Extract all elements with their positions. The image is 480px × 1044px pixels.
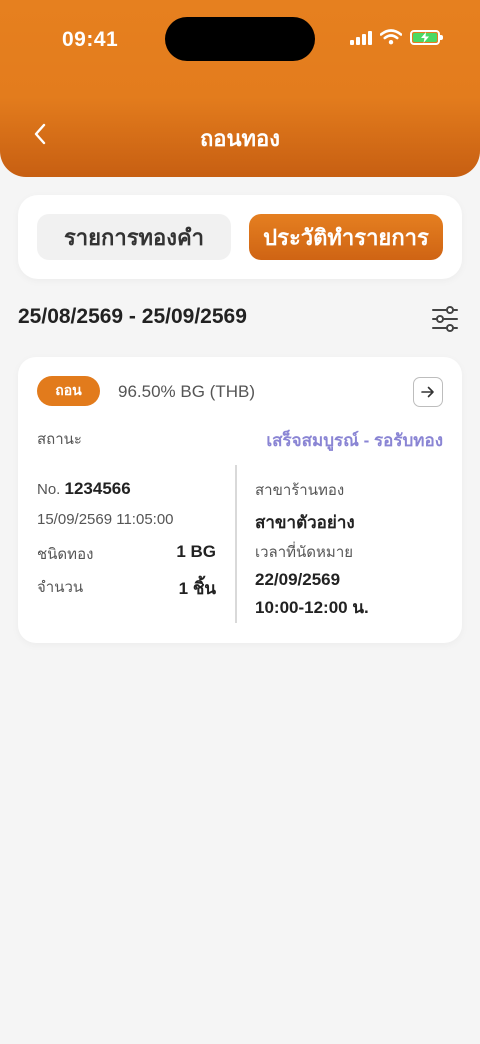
status-value: เสร็จสมบูรณ์ - รอรับทอง: [266, 431, 443, 450]
date-range[interactable]: 25/08/2569 - 25/09/2569: [18, 305, 247, 329]
appointment-time: 10:00-12:00 น.: [255, 598, 369, 617]
tab-transaction-history[interactable]: ประวัติทำรายการ: [249, 214, 443, 260]
order-card[interactable]: ถอน 96.50% BG (THB) สถานะ เสร็จสมบูรณ์ -…: [18, 357, 462, 643]
tabs-card: รายการทองคำ ประวัติทำรายการ: [18, 195, 462, 279]
tab-gold-list[interactable]: รายการทองคำ: [37, 214, 231, 260]
appointment-label: เวลาที่นัดหมาย: [255, 544, 354, 561]
open-detail-button[interactable]: [413, 377, 443, 407]
battery-charging-icon: [410, 29, 443, 45]
appointment-date: 22/09/2569: [255, 570, 341, 589]
product-name: 96.50% BG (THB): [118, 382, 255, 401]
order-number-prefix: No.: [37, 481, 61, 498]
status-label: สถานะ: [37, 431, 82, 448]
gold-type-label: ชนิดทอง: [37, 546, 94, 563]
status-icons: [350, 29, 443, 45]
column-divider: [235, 465, 237, 623]
sliders-icon: [432, 306, 458, 332]
header: 09:41 ถอนทอง: [0, 0, 480, 177]
quantity-label: จำนวน: [37, 579, 84, 596]
type-badge: ถอน: [37, 376, 100, 406]
order-datetime: 15/09/2569 11:05:00: [37, 511, 174, 528]
filter-button[interactable]: [430, 305, 460, 333]
branch-value: สาขาตัวอย่าง: [255, 513, 355, 532]
status-time: 09:41: [62, 28, 119, 51]
gold-type-value: 1 BG: [176, 542, 216, 561]
wifi-icon: [380, 29, 402, 45]
order-number: No. 1234566: [37, 479, 131, 499]
arrow-right-icon: [421, 386, 434, 398]
order-number-value: 1234566: [64, 479, 131, 498]
quantity-value: 1 ชิ้น: [178, 579, 216, 598]
page-title: ถอนทอง: [199, 126, 281, 151]
signal-icon: [350, 29, 372, 45]
dynamic-island: [165, 17, 315, 61]
branch-label: สาขาร้านทอง: [255, 482, 345, 499]
